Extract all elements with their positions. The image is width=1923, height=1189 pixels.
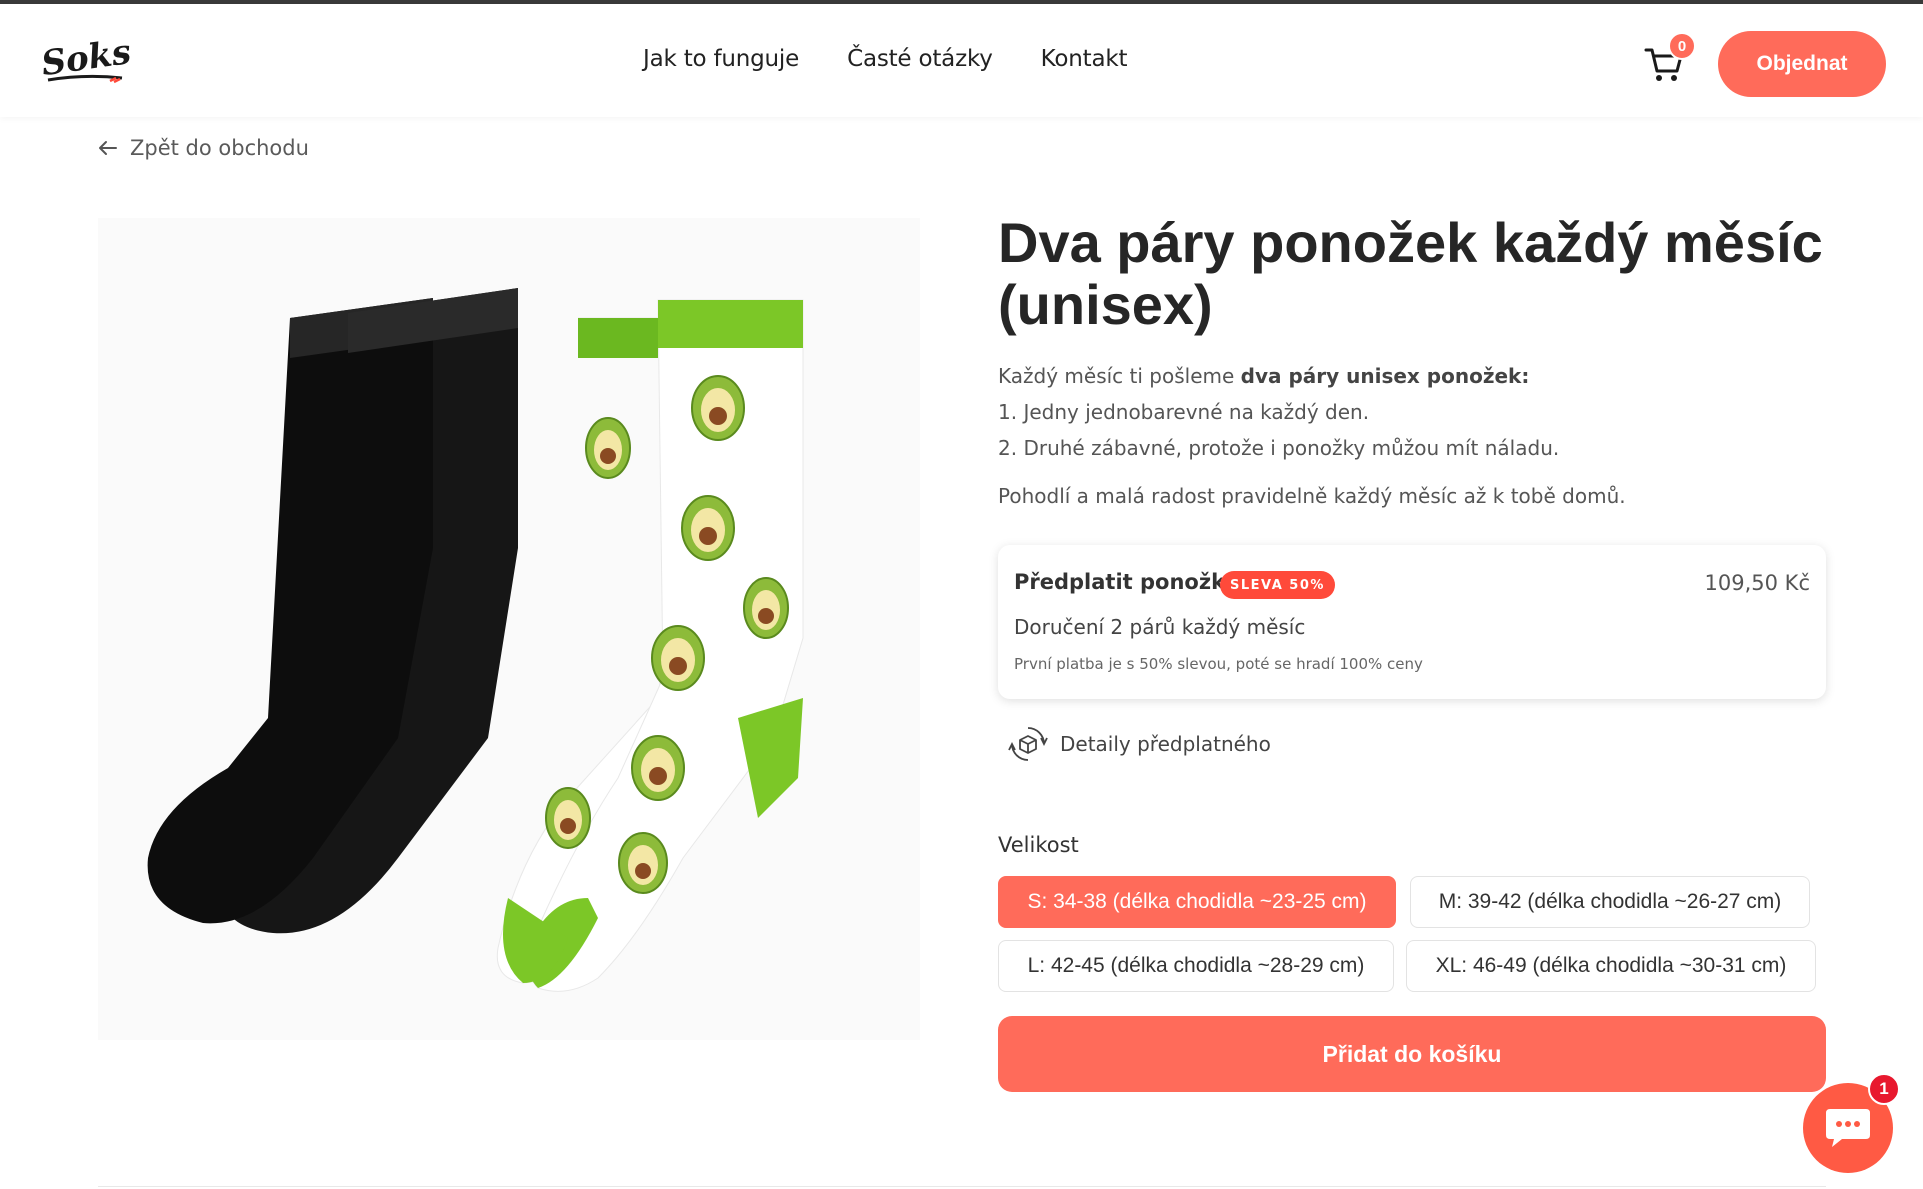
details-link-label: Detaily předplatného bbox=[1060, 732, 1271, 756]
size-option-xl[interactable]: XL: 46-49 (délka chodidla ~30-31 cm) bbox=[1406, 940, 1816, 992]
description-intro: Každý měsíc ti pošleme dva páry unisex p… bbox=[998, 364, 1530, 388]
size-option-m[interactable]: M: 39-42 (délka chodidla ~26-27 cm) bbox=[1410, 876, 1810, 928]
product-title: Dva páry ponožek každý měsíc (unisex) bbox=[998, 211, 1823, 336]
nav-item-how-it-works[interactable]: Jak to funguje bbox=[643, 46, 799, 72]
subscription-delivery: Doručení 2 párů každý měsíc bbox=[1014, 615, 1306, 639]
chat-bubble-icon bbox=[1826, 1109, 1870, 1147]
back-link-label: Zpět do obchodu bbox=[130, 136, 309, 160]
nav-item-contact[interactable]: Kontakt bbox=[1041, 46, 1128, 72]
description-line-1: 1. Jedny jednobarevné na každý den. bbox=[998, 400, 1370, 424]
product-description: Každý měsíc ti pošleme dva páry unisex p… bbox=[998, 358, 1858, 466]
brand-logo[interactable]: Soks bbox=[39, 32, 134, 86]
add-to-cart-button[interactable]: Přidat do košíku bbox=[998, 1016, 1826, 1092]
arrow-left-icon bbox=[99, 141, 117, 155]
size-option-l[interactable]: L: 42-45 (délka chodidla ~28-29 cm) bbox=[998, 940, 1394, 992]
chat-unread-badge: 1 bbox=[1868, 1073, 1900, 1105]
description-line-2: 2. Druhé zábavné, protože i ponožky můžo… bbox=[998, 436, 1560, 460]
cart-count-badge: 0 bbox=[1668, 32, 1696, 60]
description-bold: dva páry unisex ponožek: bbox=[1240, 364, 1530, 388]
nav-item-faq[interactable]: Časté otázky bbox=[847, 46, 993, 72]
site-header: Soks Jak to funguje Časté otázky Kontakt… bbox=[0, 4, 1923, 117]
subscription-price: 109,50 Kč bbox=[1704, 571, 1810, 595]
size-label: Velikost bbox=[998, 833, 1079, 857]
order-button[interactable]: Objednat bbox=[1718, 31, 1886, 97]
section-divider bbox=[98, 1186, 1826, 1187]
subscription-note: První platba je s 50% slevou, poté se hr… bbox=[1014, 655, 1423, 673]
subscription-title: Předplatit ponožky bbox=[1014, 570, 1239, 594]
product-image[interactable] bbox=[98, 218, 920, 1040]
main-nav: Jak to funguje Časté otázky Kontakt bbox=[643, 46, 1128, 72]
subscription-option-card[interactable]: Předplatit ponožky SLEVA 50% 109,50 Kč D… bbox=[998, 545, 1826, 699]
box-cycle-icon bbox=[1008, 727, 1048, 761]
back-to-shop-link[interactable]: Zpět do obchodu bbox=[98, 136, 309, 160]
discount-badge: SLEVA 50% bbox=[1220, 571, 1335, 599]
subscription-details-link[interactable]: Detaily předplatného bbox=[1008, 724, 1271, 764]
size-option-s[interactable]: S: 34-38 (délka chodidla ~23-25 cm) bbox=[998, 876, 1396, 928]
description-outro: Pohodlí a malá radost pravidelně každý m… bbox=[998, 484, 1626, 508]
